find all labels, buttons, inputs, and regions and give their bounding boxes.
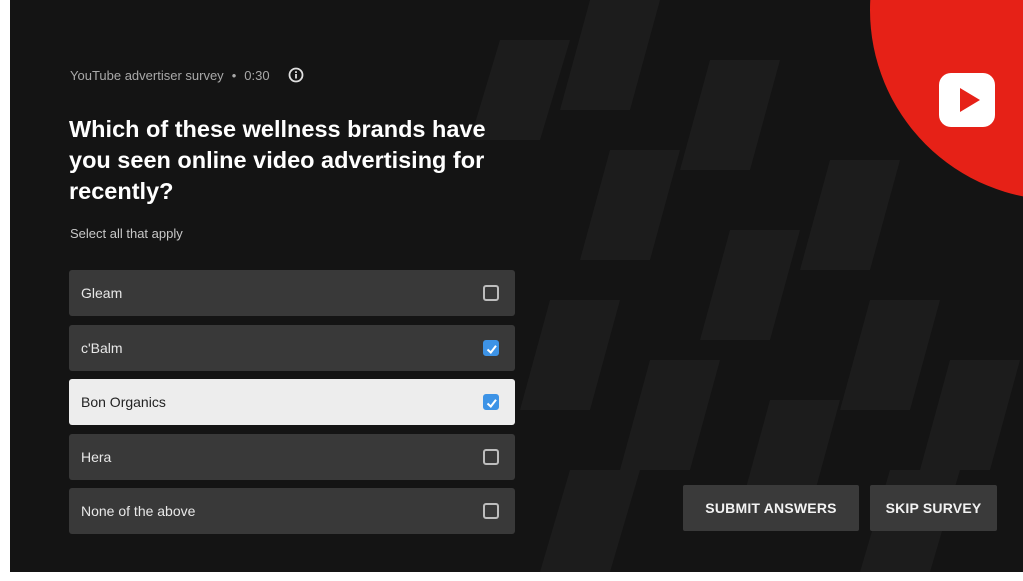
survey-instruction: Select all that apply: [70, 226, 183, 241]
submit-answers-button[interactable]: SUBMIT ANSWERS: [683, 485, 859, 531]
info-icon[interactable]: [288, 67, 304, 83]
checkbox-checked[interactable]: [483, 394, 499, 410]
checkbox-unchecked[interactable]: [483, 503, 499, 519]
option-label: Hera: [81, 448, 112, 465]
survey-question: Which of these wellness brands have you …: [69, 116, 486, 204]
separator: •: [231, 67, 237, 83]
checkmark-icon: [486, 399, 497, 408]
option-label: c'Balm: [81, 339, 123, 356]
checkmark-icon: [486, 344, 497, 354]
option-bon-organics[interactable]: Bon Organics: [69, 379, 515, 425]
answer-options: Gleam c'Balm Bon Organics Hera None of t…: [69, 270, 515, 543]
skip-survey-button[interactable]: SKIP SURVEY: [870, 485, 997, 531]
checkbox-checked[interactable]: [483, 339, 499, 356]
checkbox-unchecked[interactable]: [483, 285, 499, 301]
option-hera[interactable]: Hera: [69, 433, 515, 480]
option-label: Gleam: [81, 285, 123, 301]
checkbox-unchecked[interactable]: [483, 448, 499, 465]
survey-screen: YouTube advertiser survey • 0:30 Which o…: [10, 0, 1023, 572]
youtube-logo-icon: [939, 73, 995, 127]
option-cbalm[interactable]: c'Balm: [69, 324, 515, 371]
survey-source: YouTube advertiser survey: [70, 67, 224, 83]
option-label: None of the above: [81, 503, 196, 519]
survey-meta: YouTube advertiser survey • 0:30: [70, 62, 304, 88]
option-label: Bon Organics: [81, 394, 166, 410]
option-gleam[interactable]: Gleam: [69, 270, 515, 316]
option-none-of-the-above[interactable]: None of the above: [69, 488, 515, 534]
survey-timer: 0:30: [244, 67, 270, 83]
